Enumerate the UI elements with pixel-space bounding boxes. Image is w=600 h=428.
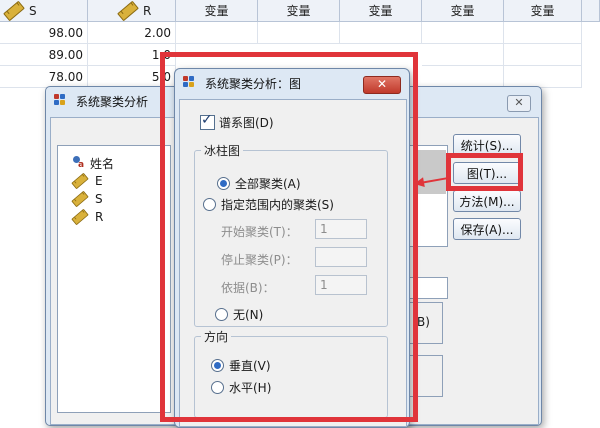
plots-dialog-highlight xyxy=(160,52,418,422)
column-header-var[interactable]: 变量 xyxy=(258,0,340,22)
nominal-variable-icon xyxy=(70,156,86,170)
table-cell[interactable] xyxy=(504,22,582,44)
partial-option-label: B) xyxy=(417,315,430,329)
table-cell[interactable] xyxy=(504,44,582,66)
scale-measure-icon xyxy=(71,190,89,208)
column-header-var[interactable]: 变量 xyxy=(504,0,582,22)
method-button[interactable]: 方法(M)... xyxy=(453,190,521,212)
dialog-title: 系统聚类分析 xyxy=(76,94,149,109)
column-header-var[interactable] xyxy=(582,0,600,22)
table-cell[interactable]: 78.00 xyxy=(0,66,88,88)
table-cell[interactable] xyxy=(340,22,422,44)
scale-measure-icon xyxy=(71,172,89,190)
column-header-r[interactable]: R xyxy=(88,0,176,22)
table-cell[interactable] xyxy=(422,44,504,66)
list-item[interactable]: S xyxy=(58,190,170,208)
table-cell[interactable]: 89.00 xyxy=(0,44,88,66)
table-cell[interactable]: 98.00 xyxy=(0,22,88,44)
table-cell[interactable]: 2.00 xyxy=(88,22,176,44)
list-item[interactable]: R xyxy=(58,208,170,226)
list-item[interactable]: E xyxy=(58,172,170,190)
table-cell[interactable] xyxy=(422,22,504,44)
table-cell[interactable] xyxy=(504,66,582,88)
column-header-var[interactable]: 变量 xyxy=(176,0,258,22)
close-button[interactable]: ✕ xyxy=(507,95,531,112)
list-item[interactable]: 姓名 xyxy=(58,154,170,172)
table-cell[interactable] xyxy=(258,22,340,44)
table-cell[interactable] xyxy=(176,22,258,44)
scale-measure-icon xyxy=(3,0,25,21)
column-header-var[interactable]: 变量 xyxy=(422,0,504,22)
source-variable-list[interactable]: 姓名 E S R xyxy=(57,145,171,413)
spss-app-icon xyxy=(54,94,70,108)
column-header-var[interactable]: 变量 xyxy=(340,0,422,22)
save-button[interactable]: 保存(A)... xyxy=(453,218,521,240)
scale-measure-icon xyxy=(71,208,89,226)
plots-button-highlight xyxy=(446,153,523,191)
scale-measure-icon xyxy=(117,0,139,21)
column-header-s[interactable]: S xyxy=(0,0,88,22)
table-cell[interactable] xyxy=(422,66,504,88)
